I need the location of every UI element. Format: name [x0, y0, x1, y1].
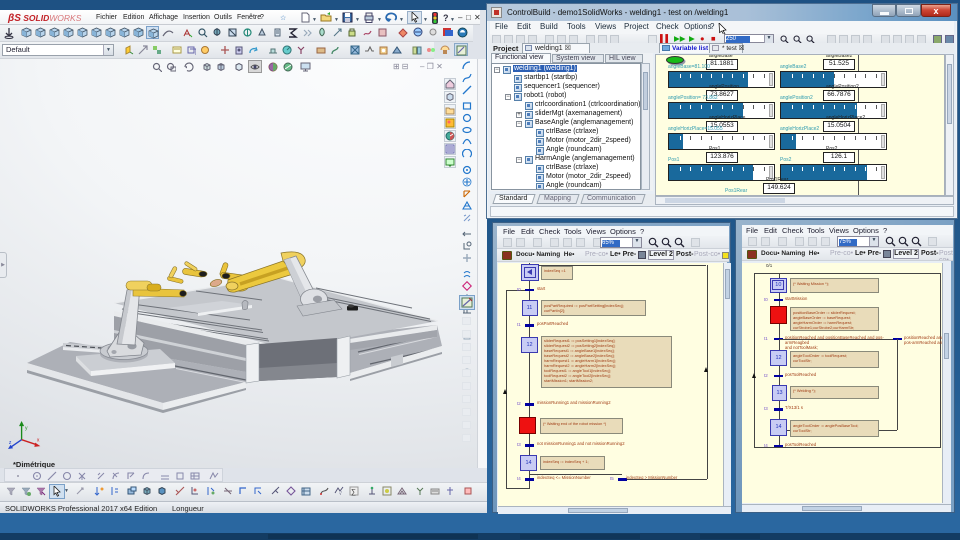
- svg-text:∑: ∑: [351, 489, 356, 496]
- svg-text:√: √: [339, 490, 342, 496]
